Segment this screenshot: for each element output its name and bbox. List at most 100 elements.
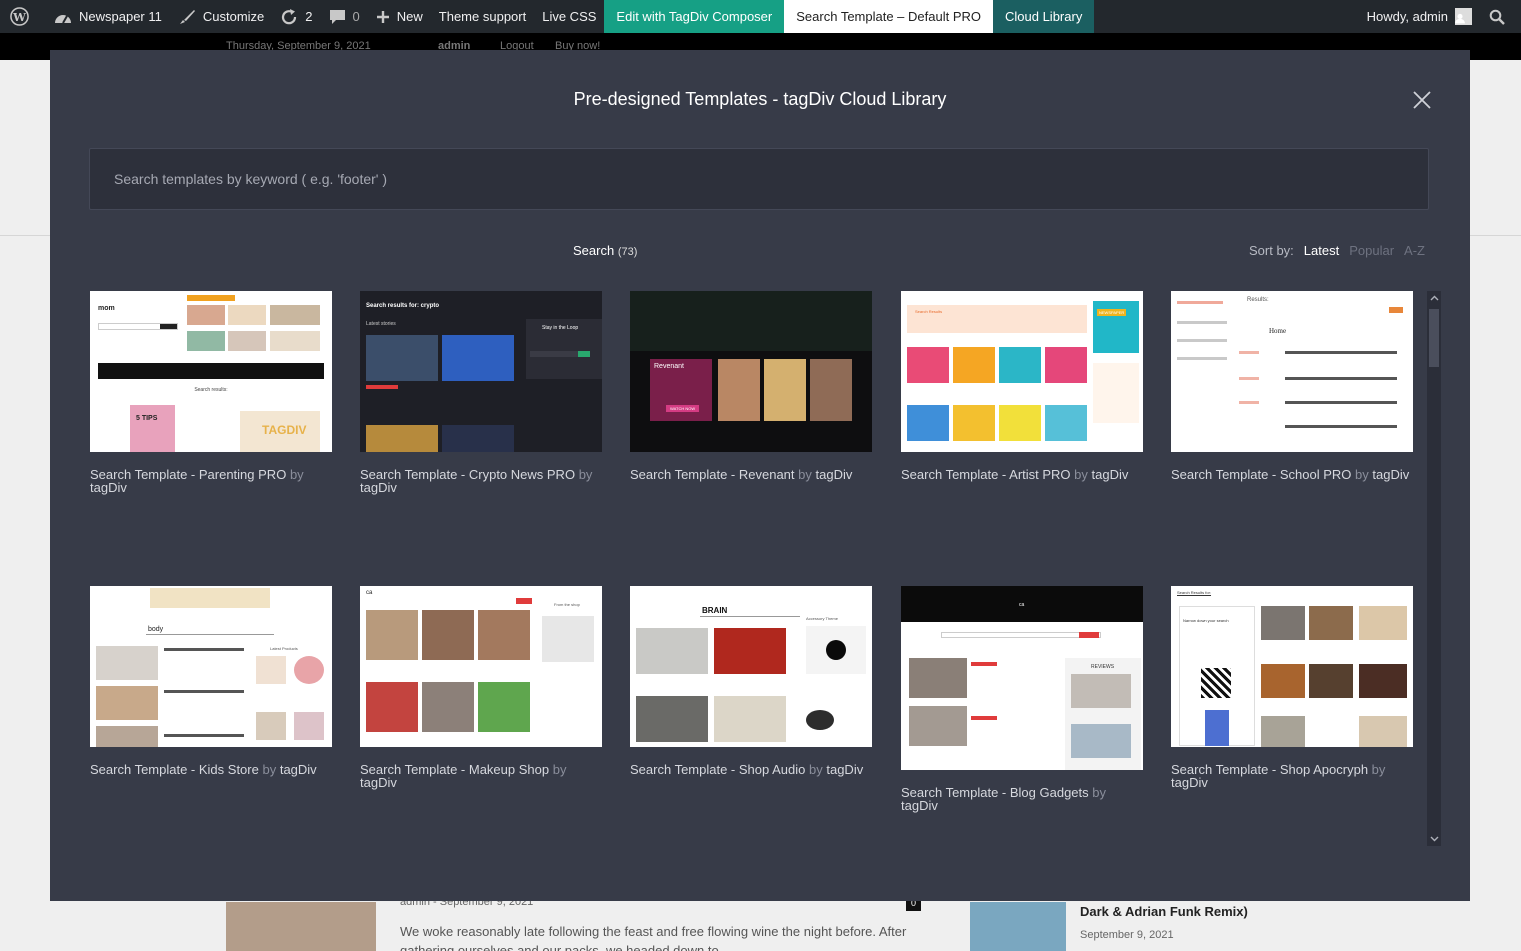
- template-preview[interactable]: Revenant WATCH NOW: [630, 291, 872, 452]
- sort-latest[interactable]: Latest: [1304, 243, 1339, 258]
- template-preview[interactable]: ca REVIEWS: [901, 586, 1143, 770]
- theme-support-link[interactable]: Theme support: [431, 0, 534, 33]
- thumb-latest-label: Latest stories: [366, 321, 396, 327]
- template-preview[interactable]: Search results for: crypto Latest storie…: [360, 291, 602, 452]
- scrollbar-thumb[interactable]: [1429, 309, 1439, 367]
- template-by: by: [1371, 762, 1386, 777]
- thumb-results-label: Results:: [1247, 297, 1269, 303]
- template-search-box: [89, 148, 1429, 210]
- customize-menu[interactable]: Customize: [170, 0, 272, 33]
- search-icon[interactable]: [1480, 0, 1521, 33]
- template-author: tagDiv: [1171, 775, 1208, 790]
- post-thumbnail[interactable]: [970, 902, 1066, 951]
- avatar: [1455, 8, 1472, 25]
- plus-icon: [376, 10, 389, 23]
- template-preview[interactable]: ca From the shop: [360, 586, 602, 747]
- sort-label: Sort by:: [1249, 243, 1294, 258]
- template-card[interactable]: Search results for: crypto Latest storie…: [360, 291, 602, 494]
- results-label: Search: [573, 243, 615, 258]
- thumb-accessory-label: Accessory Theme: [806, 616, 838, 621]
- admin-bar: W Newspaper 11 Customize 2 0 New Theme s…: [0, 0, 1521, 33]
- modal-title: Pre-designed Templates - tagDiv Cloud Li…: [573, 89, 947, 109]
- template-name: Search Template - Artist PRO: [901, 467, 1071, 482]
- new-label: New: [396, 9, 423, 24]
- template-author: tagDiv: [279, 762, 317, 777]
- template-preview[interactable]: Search Results for: Narrow down your sea…: [1171, 586, 1413, 747]
- template-title[interactable]: Search Template - Blog Gadgets by tagDiv: [901, 786, 1143, 812]
- post-thumbnail[interactable]: [226, 902, 376, 951]
- post-title[interactable]: Dark & Adrian Funk Remix): [1080, 904, 1248, 919]
- thumb-search-label: Search Results: [915, 309, 943, 314]
- thumb-reviews-label: REVIEWS: [1091, 664, 1115, 670]
- thumb-revenant-label: Revenant: [654, 363, 684, 370]
- template-by: by: [1074, 467, 1088, 482]
- template-title[interactable]: Search Template - Artist PRO by tagDiv: [901, 468, 1143, 481]
- template-author: tagDiv: [1091, 467, 1129, 482]
- template-card[interactable]: ca From the shop Search Template - Makeu…: [360, 586, 602, 789]
- template-by: by: [578, 467, 593, 482]
- thumb-search-term: body: [148, 626, 164, 633]
- template-title[interactable]: Search Template - Parenting PRO by tagDi…: [90, 468, 332, 494]
- template-title[interactable]: Search Template - School PRO by tagDiv: [1171, 468, 1413, 481]
- new-content-menu[interactable]: New: [368, 0, 431, 33]
- customize-label: Customize: [202, 9, 265, 24]
- comments-count: 0: [352, 9, 360, 24]
- template-card[interactable]: Results: Home Search Template - School P…: [1171, 291, 1413, 481]
- thumb-search-term: ca: [366, 590, 373, 596]
- template-by: by: [552, 762, 567, 777]
- updates-count: 2: [305, 9, 313, 24]
- comments-menu[interactable]: 0: [321, 0, 368, 33]
- template-title[interactable]: Search Template - Crypto News PRO by tag…: [360, 468, 602, 494]
- template-preview[interactable]: mom Search results: 5 TIPS TAGDIV: [90, 291, 332, 452]
- cloud-library-modal: Pre-designed Templates - tagDiv Cloud Li…: [50, 50, 1470, 901]
- template-title[interactable]: Search Template - Revenant by tagDiv: [630, 468, 872, 481]
- current-template-button[interactable]: Search Template – Default PRO: [784, 0, 993, 33]
- template-card[interactable]: Search Results for: Narrow down your sea…: [1171, 586, 1413, 789]
- template-name: Search Template - Kids Store: [90, 762, 259, 777]
- post-excerpt: We woke reasonably late following the fe…: [400, 924, 907, 951]
- template-by: by: [289, 467, 304, 482]
- template-card[interactable]: ca REVIEWS Search Template - Blog Gadget…: [901, 586, 1143, 812]
- thumb-watch-label: WATCH NOW: [666, 405, 700, 412]
- template-title[interactable]: Search Template - Shop Apocryph by tagDi…: [1171, 763, 1413, 789]
- template-card[interactable]: Revenant WATCH NOW Search Template - Rev…: [630, 291, 872, 481]
- template-card[interactable]: mom Search results: 5 TIPS TAGDIV Search…: [90, 291, 332, 494]
- edit-with-composer-button[interactable]: Edit with TagDiv Composer: [604, 0, 785, 33]
- chevron-down-icon[interactable]: [1427, 832, 1441, 846]
- template-card[interactable]: BRAIN Accessory Theme Search Template - …: [630, 586, 872, 776]
- wordpress-logo-icon[interactable]: W: [0, 0, 46, 33]
- template-preview[interactable]: body Latest Products: [90, 586, 332, 747]
- sort-a-z[interactable]: A-Z: [1404, 243, 1425, 258]
- template-author: tagDiv: [90, 480, 127, 495]
- template-by: by: [1092, 785, 1107, 800]
- thumb-search-term: Search results for: crypto: [366, 303, 440, 309]
- template-by: by: [809, 762, 823, 777]
- template-title[interactable]: Search Template - Kids Store by tagDiv: [90, 763, 332, 776]
- thumb-search-term: ca: [1019, 602, 1025, 608]
- chevron-up-icon[interactable]: [1427, 291, 1441, 305]
- comment-icon: [329, 9, 345, 24]
- account-menu[interactable]: Howdy, admin: [1359, 0, 1480, 33]
- template-author: tagDiv: [815, 467, 853, 482]
- template-card[interactable]: body Latest Products Search Template - K…: [90, 586, 332, 776]
- close-icon[interactable]: [1412, 90, 1432, 110]
- thumb-search-term: Search Results for:: [1177, 590, 1212, 595]
- template-name: Search Template - Revenant: [630, 467, 795, 482]
- site-name-menu[interactable]: Newspaper 11: [46, 0, 170, 33]
- live-css-link[interactable]: Live CSS: [534, 0, 604, 33]
- scrollbar[interactable]: [1427, 291, 1441, 846]
- sort-popular[interactable]: Popular: [1349, 243, 1394, 258]
- template-preview[interactable]: BRAIN Accessory Theme: [630, 586, 872, 747]
- template-title[interactable]: Search Template - Makeup Shop by tagDiv: [360, 763, 602, 789]
- template-search-input[interactable]: [90, 149, 1428, 209]
- template-card[interactable]: Search Results NEWSPAPER Search Template…: [901, 291, 1143, 481]
- refresh-icon: [282, 8, 297, 24]
- cloud-library-button[interactable]: Cloud Library: [993, 0, 1095, 33]
- template-preview[interactable]: Results: Home: [1171, 291, 1413, 452]
- template-preview[interactable]: Search Results NEWSPAPER: [901, 291, 1143, 452]
- template-name: Search Template - Shop Audio: [630, 762, 806, 777]
- template-author: tagDiv: [360, 480, 397, 495]
- thumb-latest-products: Latest Products: [270, 646, 298, 651]
- template-title[interactable]: Search Template - Shop Audio by tagDiv: [630, 763, 872, 776]
- updates-menu[interactable]: 2: [272, 0, 320, 33]
